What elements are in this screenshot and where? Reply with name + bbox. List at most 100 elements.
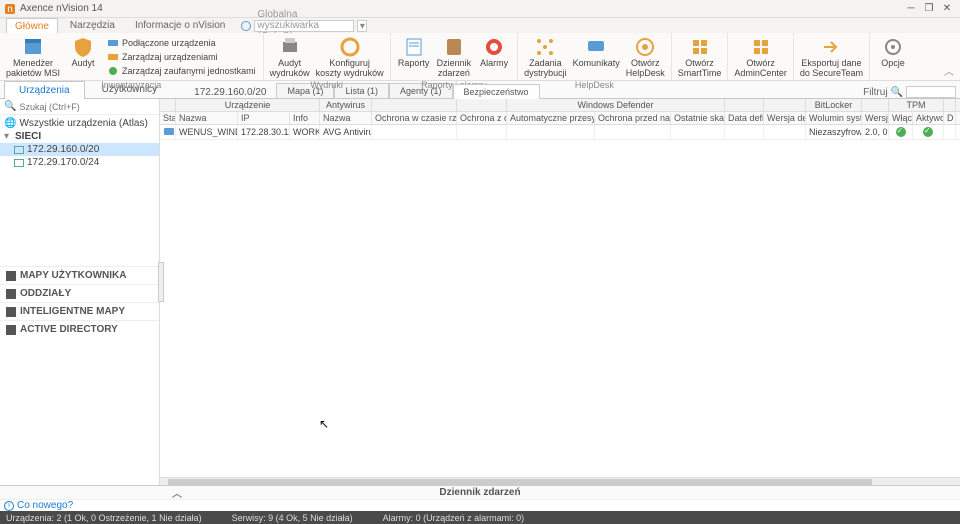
menu-tab-main[interactable]: Główne [6,18,58,34]
column-header-cell[interactable]: Aktywowany [913,112,944,124]
section-active-directory[interactable]: ACTIVE DIRECTORY [0,320,159,338]
table-cell [507,125,595,139]
smarttime-button[interactable]: Otwórz SmartTime [676,35,724,79]
search-icon: 🔍 [4,101,16,112]
table-cell [671,125,725,139]
ribbon-group-inventory: Menedżer pakietów MSI Audyt Podłączone u… [0,33,264,80]
section-smart-maps[interactable]: INTELIGENTNE MAPY [0,302,159,320]
event-log-button[interactable]: Dziennik zdarzeń [435,35,474,79]
table-cell: Niezaszyfrowany [806,125,862,139]
export-secureteam-button[interactable]: Eksportuj dane do SecureTeam [798,35,865,79]
ribbon-group-admincenter: Otwórz AdminCenter [728,33,794,80]
column-header-cell[interactable]: Automatyczne przesyłanie próbek [507,112,595,124]
status-bar: Urządzenia: 2 (1 Ok, 0 Ostrzeżenie, 1 Ni… [0,511,960,524]
options-button[interactable]: Opcje [874,35,912,69]
column-header-cell[interactable]: Nazwa [320,112,372,124]
scrollbar-horizontal[interactable] [160,477,960,485]
global-search[interactable]: Globalna wyszukiwarka (Ctrl+G) ▾ [241,20,367,32]
maximize-button[interactable]: ❐ [920,2,938,16]
menu-tab-tools[interactable]: Narzędzia [62,18,123,33]
event-log-pane-header[interactable]: ︿ Dziennik zdarzeń [0,485,960,499]
column-header-cell[interactable]: Stan [160,112,176,124]
column-header-cell[interactable]: Ostatnie skanowanie [671,112,725,124]
print-cost-button[interactable]: Konfiguruj koszty wydruków [314,35,386,79]
group-header-cell [862,99,889,111]
table-row[interactable]: WENUS_WINDOWS11172.28.30.117WORKGROUPAVG… [160,125,960,140]
reports-button[interactable]: Raporty [395,35,433,79]
open-helpdesk-button[interactable]: Otwórz HelpDesk [624,35,667,79]
group-header-cell: BitLocker [806,99,862,111]
sidebar-search[interactable]: 🔍 [0,99,159,115]
package-icon [22,36,44,58]
ribbon-collapse-button[interactable]: ︿ [944,63,954,78]
table-cell [595,125,671,139]
table-cell [457,125,507,139]
search-icon: 🔍 [891,87,903,98]
column-header-cell[interactable]: D [944,112,956,124]
group-header-cell [944,99,956,111]
filter-input[interactable] [906,86,956,98]
subtab-security[interactable]: Bezpieczeństwo [453,84,540,99]
column-header-cell[interactable]: IP [238,112,290,124]
admincenter-button[interactable]: Otwórz AdminCenter [732,35,789,79]
group-header-cell [160,99,176,111]
column-header-cell[interactable]: Włączony [889,112,913,124]
column-header-cell[interactable]: Wersja [862,112,889,124]
filter-box[interactable]: Filtruj 🔍 [863,86,956,98]
global-search-input[interactable]: Globalna wyszukiwarka (Ctrl+G) [254,20,354,32]
reports-icon [403,36,425,58]
audit-button[interactable]: Audyt [64,35,102,79]
globe-icon [241,21,251,31]
manage-devices-button[interactable]: Zarządzaj urządzeniami [104,50,259,64]
helpdesk-icon [634,36,656,58]
options-icon [882,36,904,58]
column-header-cell[interactable]: Ochrona z chmury [457,112,507,124]
smarttime-icon [689,36,711,58]
column-header-cell[interactable]: Info [290,112,320,124]
current-address: 172.29.160.0/20 [184,87,276,98]
sidebar-splitter[interactable] [158,262,164,302]
column-header-cell[interactable]: Nazwa [176,112,238,124]
print-audit-button[interactable]: Audyt wydruków [268,35,312,79]
column-header-cell[interactable]: Ochrona przed naruszeniami [595,112,671,124]
content-grid: UrządzenieAntywirusWindows DefenderBitLo… [160,99,960,485]
global-search-dropdown[interactable]: ▾ [357,20,367,32]
tree-networks[interactable]: ▾SIECI [0,130,159,143]
column-header-cell[interactable]: Wolumin systemowy [806,112,862,124]
info-icon: i [4,501,14,511]
print-cost-icon [339,36,361,58]
folder-icon [6,325,16,335]
column-header-cell[interactable]: Wersja definicji [764,112,806,124]
ribbon: Menedżer pakietów MSI Audyt Podłączone u… [0,33,960,81]
tab-devices[interactable]: Urządzenia [4,81,85,99]
messages-button[interactable]: Komunikaty [571,35,622,79]
whats-new-link[interactable]: i Co nowego? [0,499,960,511]
chevron-up-icon[interactable]: ︿ [172,485,182,500]
trusted-units-button[interactable]: Zarządzaj zaufanymi jednostkami [104,64,259,78]
alarms-button[interactable]: Alarmy [475,35,513,79]
ribbon-group-export: Eksportuj dane do SecureTeam [794,33,870,80]
menu-tab-info[interactable]: Informacje o nVision [127,18,233,33]
distribution-tasks-button[interactable]: Zadania dystrybucji [522,35,569,79]
titlebar: n Axence nVision 14 ─ ❐ ✕ [0,0,960,18]
minimize-button[interactable]: ─ [902,2,920,16]
ribbon-group-options: Opcje [870,33,916,80]
column-header-cell[interactable]: Data definicji [725,112,764,124]
folder-icon [6,271,16,281]
table-cell: 2.0, 0, 1.16 [862,125,889,139]
tree-network-item[interactable]: 172.29.170.0/24 [0,156,159,169]
msi-manager-button[interactable]: Menedżer pakietów MSI [4,35,62,79]
group-header-cell: Windows Defender [507,99,725,111]
tree-network-item[interactable]: 172.29.160.0/20 [0,143,159,156]
group-header-cell [725,99,764,111]
group-header-cell: Urządzenie [176,99,320,111]
table-cell [764,125,806,139]
close-button[interactable]: ✕ [938,2,956,16]
column-header-cell[interactable]: Ochrona w czasie rzeczywistym [372,112,457,124]
status-services: Serwisy: 9 (4 Ok, 5 Nie działa) [232,513,353,523]
sidebar-search-input[interactable] [19,102,155,112]
section-branches[interactable]: ODDZIAŁY [0,284,159,302]
connected-devices-button[interactable]: Podłączone urządzenia [104,36,259,50]
tree-root[interactable]: 🌐Wszystkie urządzenia (Atlas) [0,117,159,130]
section-user-maps[interactable]: MAPY UŻYTKOWNIKA [0,266,159,284]
